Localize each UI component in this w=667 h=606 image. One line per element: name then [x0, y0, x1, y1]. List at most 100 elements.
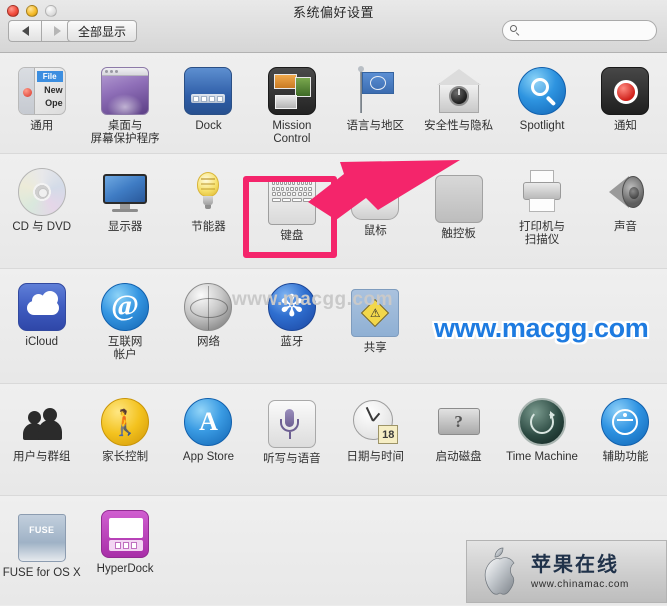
date-time-icon: 18: [351, 398, 399, 446]
dictation-speech-icon: [267, 400, 316, 448]
pref-displays[interactable]: 显示器: [83, 154, 166, 268]
back-button[interactable]: [8, 20, 41, 42]
mission-control-icon: [267, 67, 316, 115]
window-titlebar: 系统偏好设置 全部显示: [0, 0, 667, 53]
preferences-grid: File New Ope 通用 桌面与 屏幕保护程序 Dock Mission …: [0, 53, 667, 606]
mouse-icon: [351, 172, 400, 220]
chinamac-badge: 苹果在线 www.chinamac.com: [466, 540, 667, 603]
general-icon: File New Ope: [17, 67, 66, 115]
preferences-row-system: 用户与群组 🚶 家长控制 A App Store 听写与语音 18 日期与时间 …: [0, 384, 667, 496]
pref-label: Time Machine: [506, 451, 578, 463]
fuse-icon: FUSE: [17, 514, 66, 562]
pref-mission-control[interactable]: Mission Control: [250, 53, 333, 153]
pref-label: 用户与群组: [12, 451, 71, 463]
pref-network[interactable]: 网络: [167, 269, 250, 383]
pref-language-region[interactable]: 语言与地区: [334, 53, 417, 153]
pref-empty: [167, 496, 250, 605]
pref-label: 共享: [363, 342, 387, 354]
pref-label: 网络: [196, 336, 220, 348]
pref-mouse[interactable]: 鼠标: [334, 154, 417, 268]
preferences-row-internet: iCloud @ 互联网 帐户 网络 ✼ 蓝牙 ⚠ 共享: [0, 269, 667, 384]
pref-energy-saver[interactable]: 节能器: [167, 154, 250, 268]
language-region-icon: [351, 66, 399, 115]
pref-empty: [334, 496, 417, 605]
pref-keyboard[interactable]: 键盘: [250, 154, 333, 268]
show-all-label: 全部显示: [78, 24, 127, 39]
pref-fuse-for-os-x[interactable]: FUSE FUSE for OS X: [0, 496, 83, 605]
pref-spotlight[interactable]: Spotlight: [500, 53, 583, 153]
pref-desktop-screensaver[interactable]: 桌面与 屏幕保护程序: [83, 53, 166, 153]
pref-label: 键盘: [280, 230, 304, 242]
pref-label: 互联网 帐户: [107, 336, 143, 361]
system-preferences-window: 系统偏好设置 全部显示 File New Ope 通用 桌面与 屏幕保护程序 D…: [0, 0, 667, 606]
pref-label: 安全性与隐私: [424, 120, 494, 132]
pref-hyperdock[interactable]: HyperDock: [83, 496, 166, 605]
badge-title: 苹果在线: [531, 553, 619, 576]
chevron-left-icon: [21, 26, 29, 36]
show-all-button[interactable]: 全部显示: [67, 20, 138, 42]
pref-label: 鼠标: [363, 225, 387, 237]
pref-printers-scanners[interactable]: 打印机与 扫描仪: [500, 154, 583, 268]
badge-text: 苹果在线 www.chinamac.com: [531, 554, 629, 590]
accessibility-icon: [601, 398, 650, 446]
apple-logo-icon: [477, 546, 523, 598]
pref-date-time[interactable]: 18 日期与时间: [334, 384, 417, 495]
pref-icloud[interactable]: iCloud: [0, 269, 83, 383]
sound-icon: [601, 168, 649, 216]
badge-url: www.chinamac.com: [531, 578, 629, 590]
window-title: 系统偏好设置: [292, 5, 374, 20]
dock-icon: [184, 67, 233, 115]
pref-label: 启动磁盘: [435, 451, 482, 463]
pref-empty: [417, 269, 500, 383]
internet-accounts-icon: @: [101, 283, 150, 331]
pref-label: 蓝牙: [280, 336, 304, 348]
preferences-row-hardware: CD 与 DVD 显示器 节能器 键盘 鼠标 触控板 打印机与 扫描仪 声音: [0, 154, 667, 269]
pref-sound[interactable]: 声音: [584, 154, 667, 268]
pref-trackpad[interactable]: 触控板: [417, 154, 500, 268]
pref-label: HyperDock: [96, 563, 154, 575]
pref-label: 声音: [613, 221, 637, 233]
pref-cd-dvd[interactable]: CD 与 DVD: [0, 154, 83, 268]
pref-empty: [250, 496, 333, 605]
app-store-icon: A: [184, 398, 233, 446]
pref-security-privacy[interactable]: 安全性与隐私: [417, 53, 500, 153]
pref-startup-disk[interactable]: ? 启动磁盘: [417, 384, 500, 495]
pref-dictation-speech[interactable]: 听写与语音: [250, 384, 333, 495]
pref-sharing[interactable]: ⚠ 共享: [334, 269, 417, 383]
pref-label: 通用: [30, 120, 54, 132]
chevron-right-icon: [54, 26, 61, 36]
desktop-screensaver-icon: [101, 67, 150, 115]
pref-dock[interactable]: Dock: [167, 53, 250, 153]
users-groups-icon: [18, 398, 66, 446]
calendar-day: 18: [378, 425, 399, 444]
pref-parental-controls[interactable]: 🚶 家长控制: [83, 384, 166, 495]
pref-users-groups[interactable]: 用户与群组: [0, 384, 83, 495]
search-input[interactable]: [525, 23, 649, 38]
notifications-icon: [601, 67, 650, 115]
pref-label: 触控板: [441, 228, 476, 240]
pref-label: 听写与语音: [263, 453, 321, 465]
pref-label: iCloud: [25, 336, 58, 348]
pref-accessibility[interactable]: 辅助功能: [584, 384, 667, 495]
pref-app-store[interactable]: A App Store: [167, 384, 250, 495]
pref-empty: [500, 269, 583, 383]
search-icon: [510, 25, 521, 36]
pref-general[interactable]: File New Ope 通用: [0, 53, 83, 153]
network-icon: [184, 283, 233, 331]
spotlight-icon: [518, 67, 567, 115]
icloud-icon: [17, 283, 66, 331]
pref-label: Dock: [195, 120, 222, 132]
pref-label: 日期与时间: [346, 451, 405, 463]
pref-label: 通知: [613, 120, 637, 132]
time-machine-icon: [518, 398, 567, 446]
trackpad-icon: [434, 175, 483, 223]
pref-label: 打印机与 扫描仪: [519, 221, 566, 246]
pref-notifications[interactable]: 通知: [584, 53, 667, 153]
pref-label: Spotlight: [519, 120, 565, 132]
pref-label: App Store: [182, 451, 235, 463]
pref-internet-accounts[interactable]: @ 互联网 帐户: [83, 269, 166, 383]
printers-scanners-icon: [518, 168, 566, 216]
search-field[interactable]: [502, 20, 657, 41]
pref-bluetooth[interactable]: ✼ 蓝牙: [250, 269, 333, 383]
pref-time-machine[interactable]: Time Machine: [500, 384, 583, 495]
